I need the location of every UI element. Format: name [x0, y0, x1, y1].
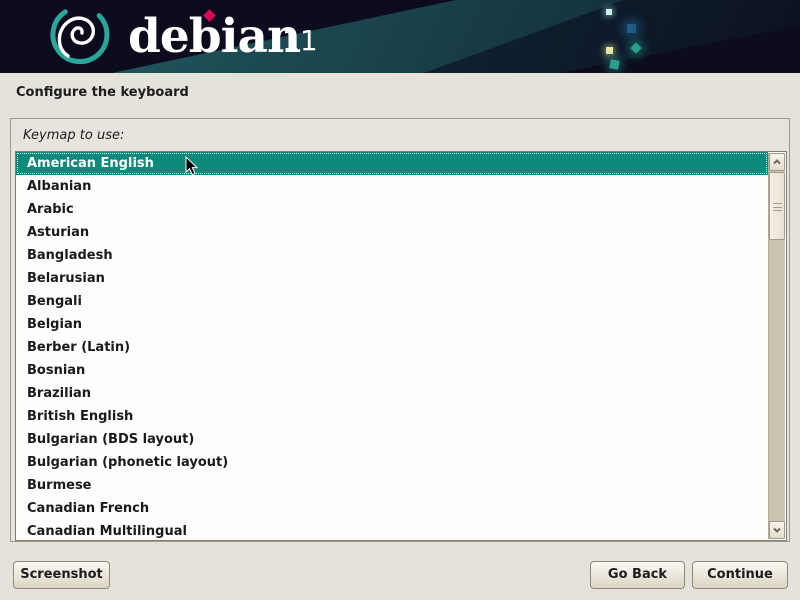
vertical-scrollbar[interactable]: [768, 153, 785, 539]
list-item[interactable]: Canadian Multilingual: [16, 520, 768, 540]
banner-decoration-square: [609, 59, 619, 69]
screenshot-button[interactable]: Screenshot: [13, 561, 110, 589]
list-item[interactable]: Burmese: [16, 474, 768, 497]
list-item[interactable]: British English: [16, 405, 768, 428]
go-back-button[interactable]: Go Back: [590, 561, 685, 589]
list-item[interactable]: Bulgarian (BDS layout): [16, 428, 768, 451]
keymap-list: American EnglishAlbanianArabicAsturianBa…: [16, 152, 768, 540]
list-item[interactable]: Arabic: [16, 198, 768, 221]
list-item[interactable]: Belarusian: [16, 267, 768, 290]
chevron-up-icon: [773, 158, 781, 166]
keymap-listbox: American EnglishAlbanianArabicAsturianBa…: [15, 151, 787, 541]
list-item[interactable]: Canadian French: [16, 497, 768, 520]
list-item[interactable]: Asturian: [16, 221, 768, 244]
debian-swirl-icon: [48, 6, 110, 68]
list-item[interactable]: Bengali: [16, 290, 768, 313]
banner-decoration-square: [627, 24, 636, 33]
page-title: Configure the keyboard: [16, 85, 189, 100]
list-item[interactable]: Brazilian: [16, 382, 768, 405]
list-item[interactable]: Belgian: [16, 313, 768, 336]
banner: debian 11: [0, 0, 800, 73]
list-item[interactable]: Albanian: [16, 175, 768, 198]
list-item[interactable]: Bosnian: [16, 359, 768, 382]
keymap-panel: Keymap to use: American EnglishAlbanianA…: [10, 118, 790, 542]
banner-decoration-square: [606, 47, 613, 54]
chevron-down-icon: [773, 526, 781, 534]
banner-decoration-square: [606, 9, 612, 15]
version-number: 11: [282, 21, 318, 61]
list-item[interactable]: Bangladesh: [16, 244, 768, 267]
scrollbar-thumb[interactable]: [769, 172, 785, 240]
list-item[interactable]: Bulgarian (phonetic layout): [16, 451, 768, 474]
scroll-down-button[interactable]: [769, 521, 785, 539]
keymap-label: Keymap to use:: [23, 128, 124, 143]
scroll-up-button[interactable]: [769, 153, 785, 171]
list-item[interactable]: Berber (Latin): [16, 336, 768, 359]
continue-button[interactable]: Continue: [692, 561, 788, 589]
list-item[interactable]: American English: [16, 152, 768, 175]
scrollbar-grip: [773, 203, 782, 211]
